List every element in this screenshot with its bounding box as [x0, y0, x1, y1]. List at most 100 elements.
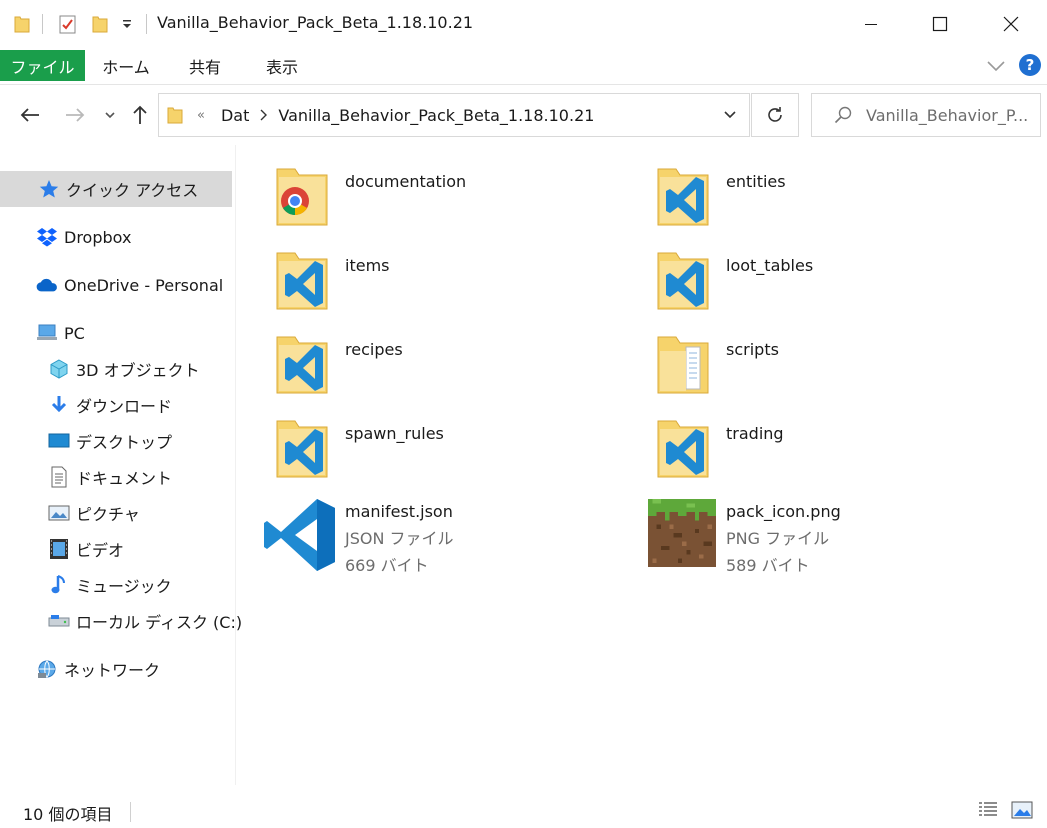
file-name: manifest.json	[345, 502, 453, 521]
documents-icon	[48, 466, 70, 488]
item-count: 10 個の項目	[23, 805, 113, 824]
file-name: trading	[726, 424, 784, 443]
desktop-icon	[48, 430, 70, 452]
sidebar-item-pc[interactable]: PC	[0, 315, 85, 351]
sidebar-item-label: ビデオ	[76, 541, 125, 560]
search-input[interactable]: Vanilla_Behavior_P...	[811, 93, 1041, 137]
folder-vscode-icon	[656, 163, 726, 233]
sidebar-item-quick-access[interactable]: クイック アクセス	[0, 171, 232, 207]
divider	[146, 14, 147, 34]
folder-item[interactable]: loot_tables	[656, 247, 813, 317]
file-type: JSON ファイル	[345, 529, 454, 548]
folder-icon	[14, 12, 30, 36]
back-button[interactable]	[15, 100, 45, 130]
sidebar-item-videos[interactable]: ビデオ	[0, 531, 124, 567]
folder-chrome-icon	[275, 163, 345, 233]
forward-button[interactable]	[60, 100, 90, 130]
new-folder-icon[interactable]	[92, 12, 108, 36]
sidebar-item-local-disk[interactable]: ローカル ディスク (C:)	[0, 603, 242, 639]
customize-toolbar-icon[interactable]	[121, 12, 133, 36]
folder-vscode-icon	[275, 415, 345, 485]
window-title: Vanilla_Behavior_Pack_Beta_1.18.10.21	[157, 13, 474, 32]
local-disk-icon	[48, 610, 70, 632]
folder-item[interactable]: trading	[656, 415, 784, 485]
minimize-button[interactable]	[848, 0, 894, 48]
sidebar-item-downloads[interactable]: ダウンロード	[0, 387, 172, 423]
tab-share[interactable]: 共有	[172, 50, 238, 81]
ribbon: ファイル ホーム 共有 表示 ?	[0, 48, 1047, 85]
sidebar-item-3d-objects[interactable]: 3D オブジェクト	[0, 351, 200, 387]
maximize-button[interactable]	[917, 0, 963, 48]
file-list: documentation entities items loot_tables…	[237, 145, 1047, 785]
sidebar-item-onedrive[interactable]: OneDrive - Personal	[0, 267, 223, 303]
details-view-icon[interactable]	[976, 799, 1000, 821]
help-icon[interactable]: ?	[1019, 54, 1041, 76]
sidebar-item-label: PC	[64, 323, 85, 343]
sidebar-item-label: ネットワーク	[64, 661, 161, 680]
breadcrumb-item[interactable]: Vanilla_Behavior_Pack_Beta_1.18.10.21	[278, 106, 594, 125]
sidebar-item-label: ローカル ディスク (C:)	[76, 613, 243, 632]
sidebar-item-dropbox[interactable]: Dropbox	[0, 219, 131, 255]
folder-vscode-icon	[275, 331, 345, 401]
refresh-button[interactable]	[751, 93, 799, 137]
file-name: scripts	[726, 340, 779, 359]
star-icon	[38, 178, 60, 200]
minecraft-grass-icon	[648, 499, 726, 573]
chevron-down-icon[interactable]	[723, 110, 737, 120]
sidebar-item-label: クイック アクセス	[66, 181, 199, 200]
breadcrumb-item[interactable]: Dat	[221, 106, 249, 125]
folder-vscode-icon	[656, 415, 726, 485]
tab-home[interactable]: ホーム	[92, 50, 160, 81]
folder-vscode-icon	[275, 247, 345, 317]
sidebar-item-desktop[interactable]: デスクトップ	[0, 423, 172, 459]
title-bar: Vanilla_Behavior_Pack_Beta_1.18.10.21	[0, 0, 1047, 48]
close-button[interactable]	[988, 0, 1034, 48]
onedrive-icon	[36, 274, 58, 296]
file-name: spawn_rules	[345, 424, 444, 443]
file-item[interactable]: pack_icon.png PNG ファイル 589 バイト	[648, 499, 841, 579]
file-name: recipes	[345, 340, 403, 359]
file-item[interactable]: manifest.json JSON ファイル 669 バイト	[263, 497, 454, 579]
folder-vscode-icon	[656, 247, 726, 317]
videos-icon	[48, 538, 70, 560]
tab-file[interactable]: ファイル	[0, 50, 85, 81]
properties-icon[interactable]	[58, 12, 78, 36]
breadcrumb-overflow[interactable]: «	[197, 108, 205, 123]
download-icon	[48, 394, 70, 416]
sidebar-item-label: 3D オブジェクト	[76, 361, 200, 380]
file-name: documentation	[345, 172, 467, 191]
folder-item[interactable]: spawn_rules	[275, 415, 444, 485]
recent-locations-icon[interactable]	[95, 100, 125, 130]
divider	[42, 14, 43, 34]
search-icon	[834, 106, 852, 124]
expand-ribbon-icon[interactable]	[986, 58, 1006, 77]
address-bar[interactable]: « Dat Vanilla_Behavior_Pack_Beta_1.18.10…	[158, 93, 750, 137]
folder-item[interactable]: recipes	[275, 331, 403, 401]
sidebar-item-documents[interactable]: ドキュメント	[0, 459, 172, 495]
pictures-icon	[48, 502, 70, 524]
large-icons-view-icon[interactable]	[1010, 799, 1034, 821]
sidebar-item-network[interactable]: ネットワーク	[0, 651, 160, 687]
tab-view[interactable]: 表示	[248, 50, 316, 81]
3d-objects-icon	[48, 358, 70, 380]
status-bar: 10 個の項目	[0, 785, 1047, 828]
sidebar-item-label: ミュージック	[76, 577, 172, 596]
folder-item[interactable]: entities	[656, 163, 786, 233]
search-placeholder: Vanilla_Behavior_P...	[866, 105, 1029, 125]
sidebar-item-label: ピクチャ	[76, 505, 140, 524]
sidebar-item-music[interactable]: ミュージック	[0, 567, 172, 603]
sidebar-item-label: ドキュメント	[76, 469, 173, 488]
network-icon	[36, 658, 58, 680]
folder-icon	[656, 331, 726, 401]
folder-item[interactable]: items	[275, 247, 389, 317]
file-size: 669 バイト	[345, 556, 429, 575]
sidebar-item-pictures[interactable]: ピクチャ	[0, 495, 140, 531]
folder-item[interactable]: scripts	[656, 331, 779, 401]
folder-item[interactable]: documentation	[275, 163, 466, 233]
divider	[130, 802, 131, 822]
chevron-right-icon[interactable]	[259, 109, 268, 121]
dropbox-icon	[36, 226, 58, 248]
sidebar-item-label: デスクトップ	[76, 433, 173, 452]
file-name: entities	[726, 172, 786, 191]
up-button[interactable]	[125, 100, 155, 130]
